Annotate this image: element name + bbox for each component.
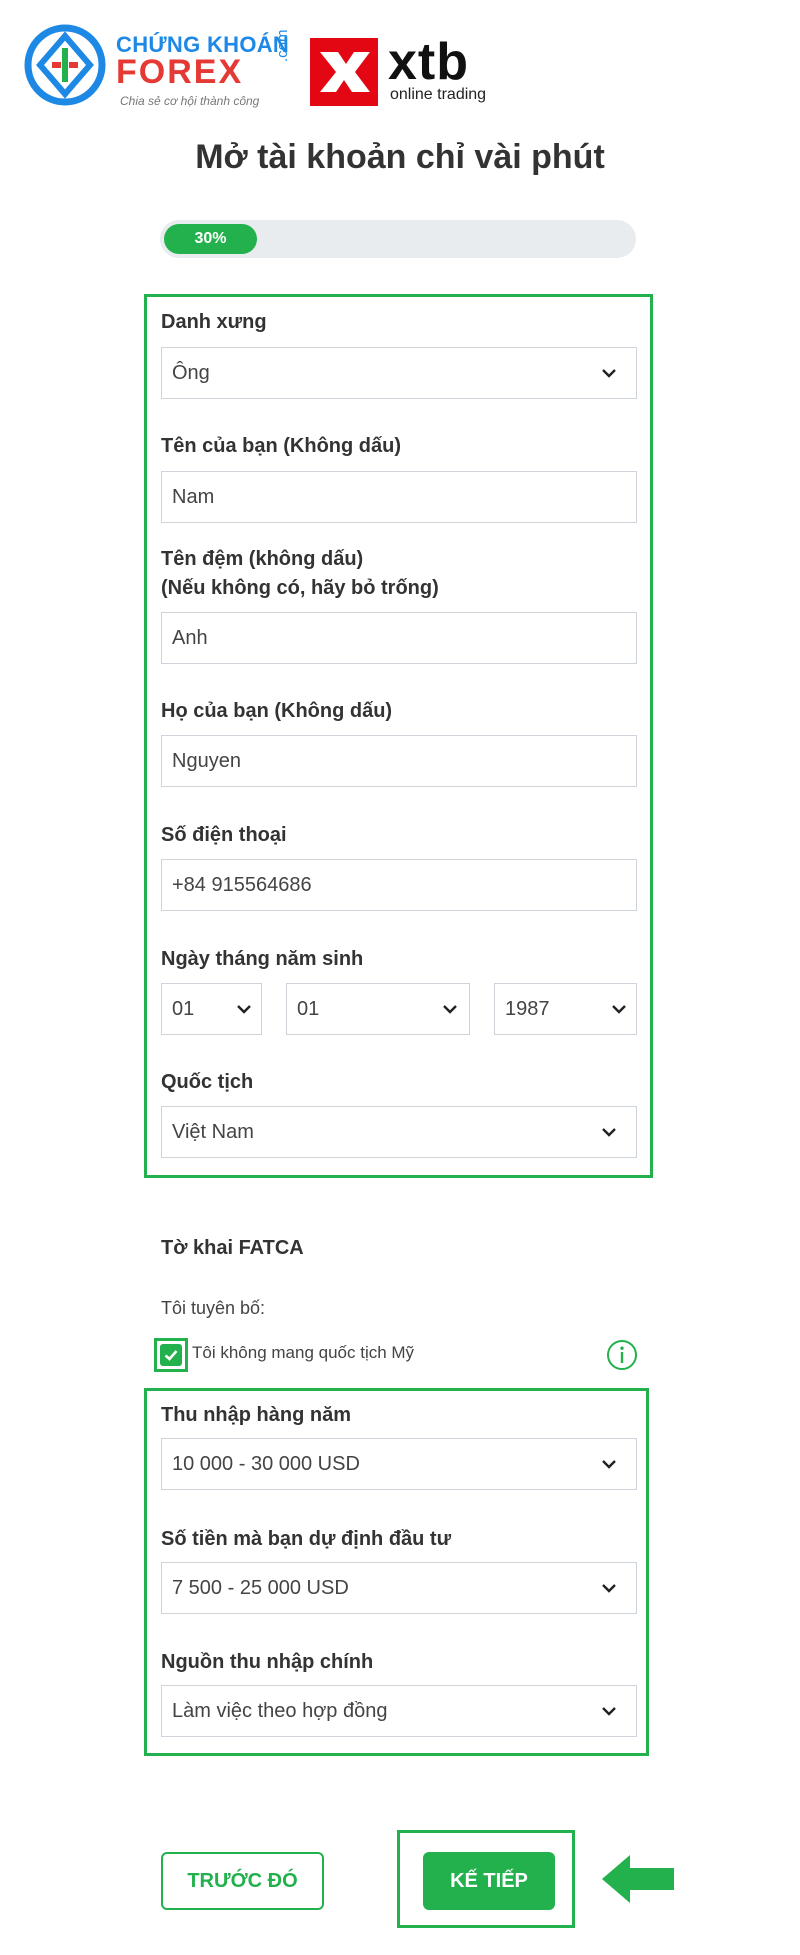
page-title: Mở tài khoản chỉ vài phút bbox=[195, 138, 605, 176]
salutation-select[interactable]: Ông bbox=[161, 347, 637, 399]
fatca-title: Tờ khai FATCA bbox=[161, 1237, 304, 1259]
chevron-down-icon bbox=[602, 369, 616, 378]
xtb-subtitle: online trading bbox=[390, 86, 487, 103]
chevron-down-icon bbox=[612, 1005, 626, 1014]
chevron-down-icon bbox=[237, 1005, 251, 1014]
progress-bar: 30% bbox=[160, 220, 636, 258]
dob-month-value: 01 bbox=[297, 997, 320, 1020]
fatca-declare-text: Tôi tuyên bố: bbox=[161, 1298, 266, 1318]
xtb-wordmark: xtb bbox=[388, 33, 469, 91]
us-citizenship-label[interactable]: Tôi không mang quốc tịch Mỹ bbox=[192, 1343, 414, 1363]
invest-select[interactable]: 7 500 - 25 000 USD bbox=[161, 1562, 637, 1614]
first-name-field[interactable]: Nam bbox=[161, 471, 637, 523]
chevron-down-icon bbox=[602, 1584, 616, 1593]
last-name-value: Nguyen bbox=[172, 749, 241, 772]
chevron-down-icon bbox=[443, 1005, 457, 1014]
brand-main-text: FOREX bbox=[116, 53, 244, 91]
chevron-down-icon bbox=[602, 1128, 616, 1137]
us-citizenship-checkbox[interactable] bbox=[154, 1338, 188, 1372]
income-label: Thu nhập hàng năm bbox=[161, 1404, 351, 1426]
info-icon[interactable] bbox=[606, 1339, 638, 1371]
invest-label: Số tiền mà bạn dự định đầu tư bbox=[161, 1528, 452, 1550]
phone-value: +84 915564686 bbox=[172, 873, 312, 896]
progress-fill: 30% bbox=[164, 224, 257, 254]
income-source-value: Làm việc theo hợp đồng bbox=[172, 1699, 388, 1722]
salutation-label: Danh xưng bbox=[161, 311, 267, 333]
last-name-field[interactable]: Nguyen bbox=[161, 735, 637, 787]
chevron-down-icon bbox=[602, 1707, 616, 1716]
dob-label: Ngày tháng năm sinh bbox=[161, 948, 364, 970]
salutation-value: Ông bbox=[172, 361, 210, 384]
income-value: 10 000 - 30 000 USD bbox=[172, 1452, 360, 1475]
middle-name-label-line1: Tên đệm (không dấu) bbox=[161, 548, 364, 570]
chevron-down-icon bbox=[602, 1460, 616, 1469]
nationality-label: Quốc tịch bbox=[161, 1071, 254, 1093]
checkbox-checked bbox=[160, 1344, 182, 1366]
brand-com-text: .com bbox=[274, 29, 291, 62]
middle-name-field[interactable]: Anh bbox=[161, 612, 637, 664]
phone-label: Số điện thoại bbox=[161, 824, 287, 846]
next-button[interactable]: KẾ TIẾP bbox=[423, 1852, 555, 1910]
middle-name-label-line2: (Nếu không có, hãy bỏ trống) bbox=[161, 577, 439, 599]
check-icon bbox=[164, 1350, 178, 1361]
invest-value: 7 500 - 25 000 USD bbox=[172, 1576, 349, 1599]
brand-tagline: Chia sẻ cơ hội thành công bbox=[120, 94, 260, 108]
income-select[interactable]: 10 000 - 30 000 USD bbox=[161, 1438, 637, 1490]
xtb-x-icon bbox=[310, 38, 378, 106]
dob-year-select[interactable]: 1987 bbox=[494, 983, 637, 1035]
chungkhoanforex-emblem-icon bbox=[24, 24, 106, 106]
last-name-label: Họ của bạn (Không dấu) bbox=[161, 700, 393, 722]
first-name-label: Tên của bạn (Không dấu) bbox=[161, 435, 401, 457]
previous-button[interactable]: TRƯỚC ĐÓ bbox=[161, 1852, 324, 1910]
dob-day-select[interactable]: 01 bbox=[161, 983, 262, 1035]
income-source-select[interactable]: Làm việc theo hợp đồng bbox=[161, 1685, 637, 1737]
phone-field[interactable]: +84 915564686 bbox=[161, 859, 637, 911]
chungkhoanforex-logo: CHỨNG KHOÁN FOREX .com Chia sẻ cơ hội th… bbox=[24, 24, 291, 108]
middle-name-value: Anh bbox=[172, 626, 208, 649]
first-name-value: Nam bbox=[172, 485, 215, 508]
dob-year-value: 1987 bbox=[505, 997, 550, 1020]
dob-day-value: 01 bbox=[172, 997, 195, 1020]
income-source-label: Nguồn thu nhập chính bbox=[161, 1651, 374, 1673]
arrow-left-icon bbox=[602, 1855, 674, 1903]
dob-month-select[interactable]: 01 bbox=[286, 983, 470, 1035]
nationality-select[interactable]: Việt Nam bbox=[161, 1106, 637, 1158]
nationality-value: Việt Nam bbox=[172, 1120, 254, 1143]
